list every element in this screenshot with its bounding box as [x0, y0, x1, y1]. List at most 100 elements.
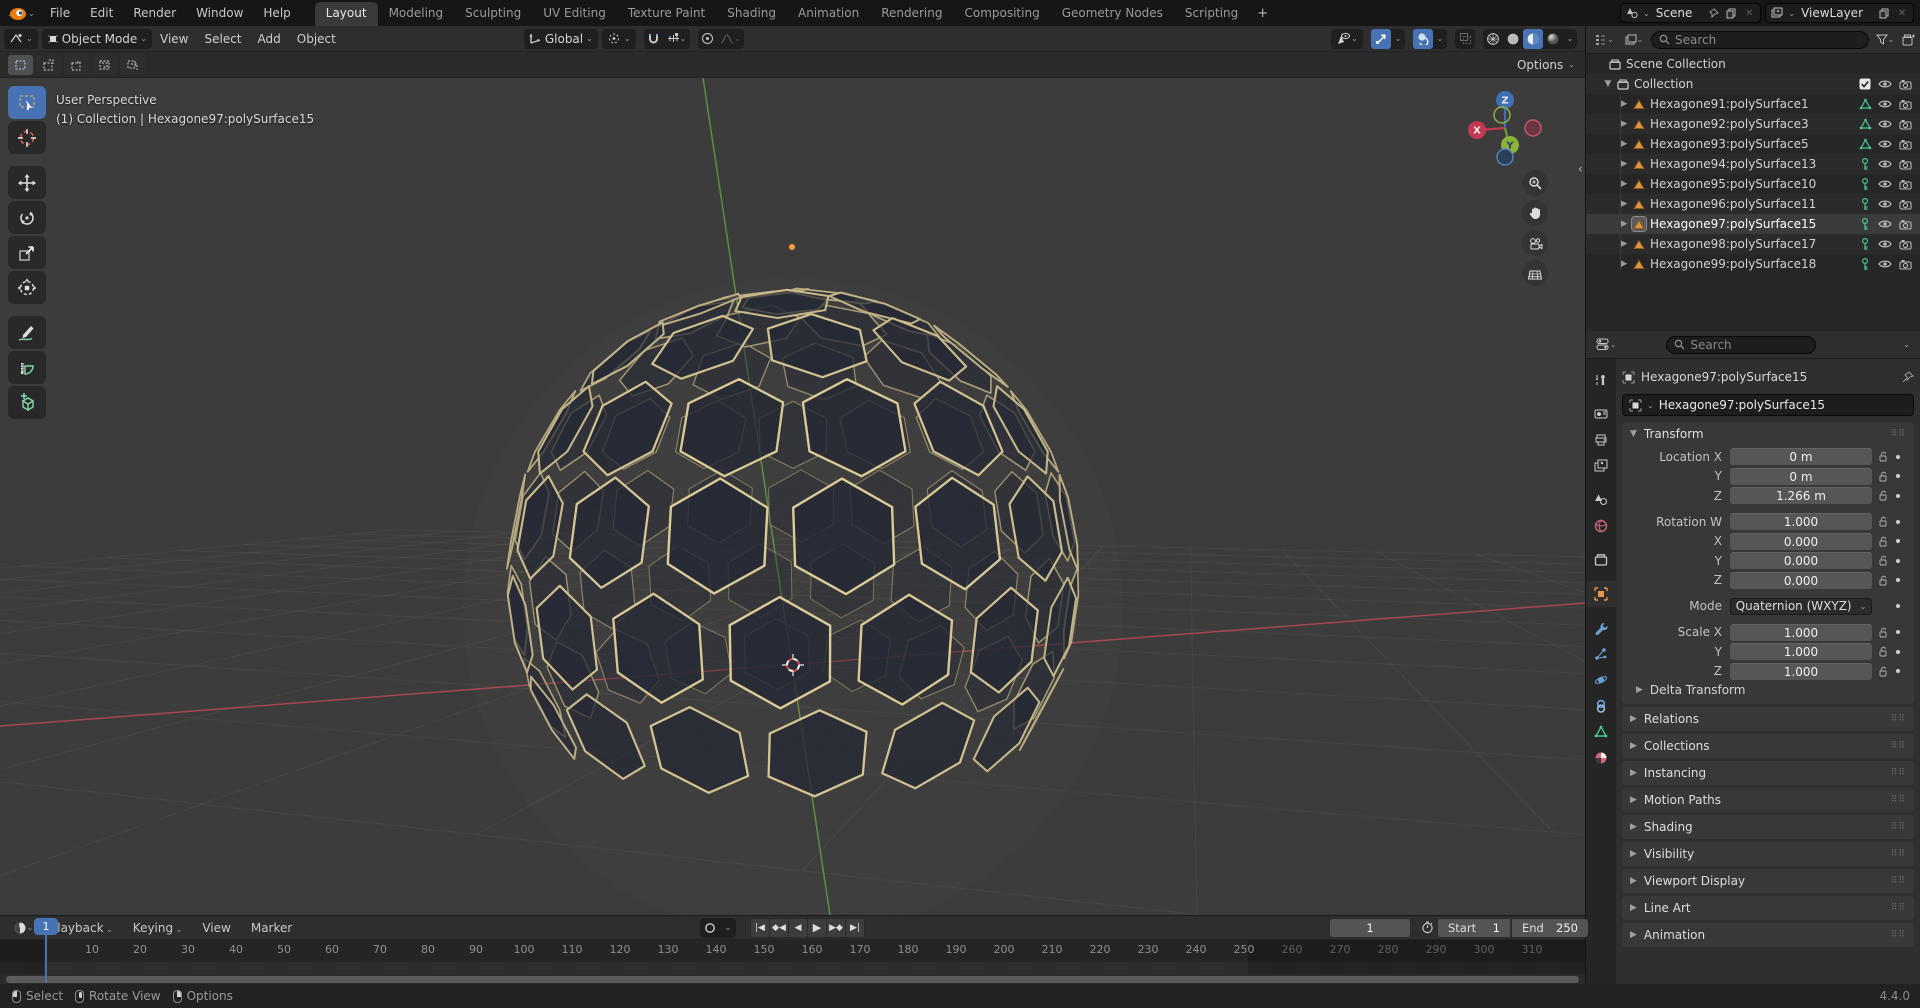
panel-header-visibility[interactable]: ▶Visibility⠿⠿ — [1622, 842, 1914, 866]
hide-in-viewport-toggle[interactable] — [1878, 97, 1892, 111]
timeline-track[interactable] — [0, 962, 1585, 974]
outliner-row-hexagone93:polysurface5[interactable]: ▶Hexagone93:polySurface5 — [1586, 134, 1920, 154]
snap-toggle[interactable] — [644, 29, 664, 49]
panel-grip-icon[interactable]: ⠿⠿ — [1891, 768, 1906, 778]
disable-in-renders-toggle[interactable] — [1898, 117, 1912, 131]
hide-in-viewport-toggle[interactable] — [1878, 157, 1892, 171]
outliner-row-hexagone94:polysurface13[interactable]: ▶Hexagone94:polySurface13 — [1586, 154, 1920, 174]
workspace-tab-texture-paint[interactable]: Texture Paint — [617, 2, 716, 26]
disable-in-renders-toggle[interactable] — [1898, 217, 1912, 231]
gizmos-toggle[interactable] — [1371, 29, 1391, 49]
select-mode-invert-button[interactable] — [92, 55, 117, 75]
animate-property-dot[interactable] — [1896, 604, 1900, 608]
hide-in-viewport-toggle[interactable] — [1878, 197, 1892, 211]
tool-rotate-button[interactable] — [8, 201, 46, 234]
tool-scale-button[interactable] — [8, 236, 46, 269]
outliner-search-input[interactable]: Search — [1651, 31, 1869, 49]
workspace-tab-uv-editing[interactable]: UV Editing — [532, 2, 617, 26]
disable-in-renders-toggle[interactable] — [1898, 157, 1912, 171]
hide-in-viewport-toggle[interactable] — [1878, 117, 1892, 131]
disclosure-triangle[interactable]: ▶ — [1616, 239, 1632, 249]
stopwatch-icon[interactable] — [1420, 921, 1434, 935]
animate-property-dot[interactable] — [1896, 539, 1900, 543]
panel-header-motion-paths[interactable]: ▶Motion Paths⠿⠿ — [1622, 788, 1914, 812]
workspace-tab-rendering[interactable]: Rendering — [870, 2, 953, 26]
add-workspace-button[interactable]: + — [1249, 2, 1276, 26]
outliner-row-hexagone97:polysurface15[interactable]: ▶Hexagone97:polySurface15 — [1586, 214, 1920, 234]
workspace-tab-animation[interactable]: Animation — [787, 2, 870, 26]
pin-icon[interactable] — [1902, 371, 1914, 383]
topbar-menu-help[interactable]: Help — [253, 0, 300, 26]
timeline-menu-keying[interactable]: Keying ⌄ — [123, 916, 193, 940]
properties-tab-world[interactable] — [1586, 513, 1616, 539]
outliner-row-scene-collection[interactable]: Scene Collection — [1586, 54, 1920, 74]
panel-grip-icon[interactable]: ⠿⠿ — [1891, 903, 1906, 913]
play-button[interactable]: ▶ — [808, 919, 827, 937]
gizmo-axis-z-neg[interactable] — [1497, 149, 1513, 165]
disclosure-triangle[interactable]: ▶ — [1616, 219, 1632, 229]
tool-measure-button[interactable] — [8, 351, 46, 384]
workspace-tab-layout[interactable]: Layout — [315, 2, 378, 26]
properties-options-dropdown[interactable]: ⌄ — [1903, 340, 1910, 349]
lock-icon[interactable] — [1878, 627, 1889, 638]
animate-property-dot[interactable] — [1896, 669, 1900, 673]
viewport-menu-object[interactable]: Object — [289, 32, 344, 46]
viewport-menu-view[interactable]: View — [152, 32, 196, 46]
next-keyframe-button[interactable]: ▶◆ — [827, 919, 846, 937]
tool-move-button[interactable] — [8, 166, 46, 199]
transform-panel-header[interactable]: ▼ Transform ⠿⠿ — [1622, 422, 1914, 446]
properties-tab-view-layer[interactable] — [1586, 453, 1616, 479]
value-slider[interactable]: 1.000 — [1730, 643, 1872, 660]
disclosure-triangle[interactable]: ▶ — [1616, 179, 1632, 189]
panel-grip-icon[interactable]: ⠿⠿ — [1891, 795, 1906, 805]
gizmos-dropdown[interactable]: ⌄ — [1391, 29, 1405, 49]
hide-in-viewport-toggle[interactable] — [1878, 77, 1892, 91]
panel-header-instancing[interactable]: ▶Instancing⠿⠿ — [1622, 761, 1914, 785]
value-slider[interactable]: 0 m — [1730, 448, 1872, 465]
key-data-icon[interactable] — [1858, 157, 1872, 171]
panel-header-line-art[interactable]: ▶Line Art⠿⠿ — [1622, 896, 1914, 920]
properties-tab-physics[interactable] — [1586, 667, 1616, 693]
disable-in-renders-toggle[interactable] — [1898, 97, 1912, 111]
viewport-menu-add[interactable]: Add — [250, 32, 289, 46]
properties-editor-type-button[interactable]: ⌄ — [1592, 338, 1620, 352]
value-slider[interactable]: 1.000 — [1730, 513, 1872, 530]
jump-to-end-button[interactable]: ▶| — [846, 919, 865, 937]
hide-in-viewport-toggle[interactable] — [1878, 237, 1892, 251]
overlays-dropdown[interactable]: ⌄ — [1433, 29, 1447, 49]
value-slider[interactable]: 1.266 m — [1730, 487, 1872, 504]
gizmo-axis-x-neg[interactable] — [1525, 120, 1541, 136]
viewport-3d[interactable]: User Perspective (1) Collection | Hexago… — [0, 78, 1585, 915]
workspace-tab-compositing[interactable]: Compositing — [953, 2, 1050, 26]
disable-in-renders-toggle[interactable] — [1898, 257, 1912, 271]
viewport-menu-select[interactable]: Select — [196, 32, 249, 46]
gizmo-axis-y-neg[interactable] — [1494, 107, 1510, 123]
delta-transform-header[interactable]: ▶ Delta Transform — [1622, 682, 1914, 704]
select-mode-extend-button[interactable] — [36, 55, 61, 75]
scene-selector[interactable]: ⌄ Scene ✕ — [1620, 3, 1761, 23]
duplicate-icon[interactable] — [1724, 6, 1738, 20]
properties-tab-modifiers[interactable] — [1586, 615, 1616, 641]
animate-property-dot[interactable] — [1896, 494, 1900, 498]
panel-grip-icon[interactable]: ⠿⠿ — [1891, 876, 1906, 886]
lock-icon[interactable] — [1878, 666, 1889, 677]
lock-icon[interactable] — [1878, 471, 1889, 482]
key-data-icon[interactable] — [1858, 257, 1872, 271]
breadcrumb-object-name[interactable]: Hexagone97:polySurface15 — [1641, 370, 1807, 384]
panel-grip-icon[interactable]: ⠿⠿ — [1891, 714, 1906, 724]
jump-to-start-button[interactable]: |◀ — [751, 919, 770, 937]
mesh-data-icon[interactable] — [1858, 117, 1872, 131]
mesh-data-icon[interactable] — [1858, 137, 1872, 151]
disclosure-triangle[interactable]: ▶ — [1616, 159, 1632, 169]
tool-transform-button[interactable] — [8, 271, 46, 304]
shading-wireframe-button[interactable] — [1483, 29, 1503, 49]
proportional-edit-toggle[interactable] — [698, 29, 718, 49]
timeline-menu-marker[interactable]: Marker — [241, 916, 302, 940]
shading-rendered-button[interactable] — [1543, 29, 1563, 49]
properties-tab-material[interactable] — [1586, 745, 1616, 771]
disclosure-triangle[interactable]: ▼ — [1600, 79, 1616, 89]
navigation-gizmo[interactable]: Z X Y — [1463, 86, 1547, 170]
properties-tab-scene[interactable] — [1586, 487, 1616, 513]
outliner-row-hexagone96:polysurface11[interactable]: ▶Hexagone96:polySurface11 — [1586, 194, 1920, 214]
disclosure-triangle[interactable]: ▶ — [1616, 99, 1632, 109]
